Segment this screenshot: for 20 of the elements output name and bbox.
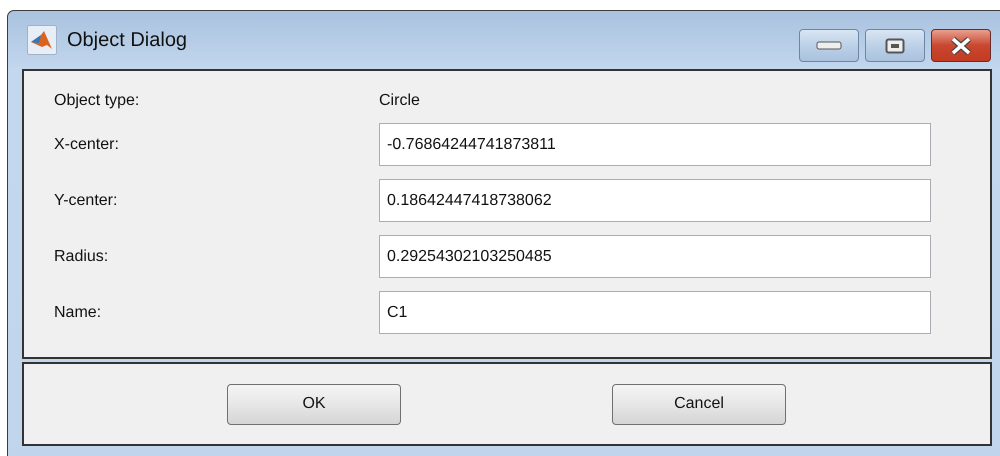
- cancel-button[interactable]: Cancel: [612, 384, 786, 424]
- field-label: Object type:: [54, 92, 140, 110]
- object-type-value: Circle: [379, 92, 420, 110]
- field-label: X-center:: [54, 136, 120, 154]
- input-field[interactable]: 0.29254302103250485: [379, 235, 931, 278]
- app-logo-icon: [27, 25, 57, 55]
- ok-button[interactable]: OK: [227, 384, 401, 424]
- close-icon: [949, 36, 973, 54]
- field-label: Name:: [54, 304, 102, 322]
- maximize-button[interactable]: [865, 29, 925, 62]
- minimize-icon: [816, 40, 842, 50]
- field-label: Radius:: [54, 248, 110, 266]
- window-title: Object Dialog: [67, 28, 188, 52]
- close-button[interactable]: [931, 29, 991, 62]
- input-field[interactable]: 0.18642447418738062: [379, 179, 931, 222]
- input-field[interactable]: C1: [379, 291, 931, 334]
- field-label: Y-center:: [54, 192, 118, 210]
- input-field[interactable]: -0.76864244741873811: [379, 123, 931, 166]
- maximize-icon: [885, 38, 905, 54]
- minimize-button[interactable]: [799, 29, 859, 62]
